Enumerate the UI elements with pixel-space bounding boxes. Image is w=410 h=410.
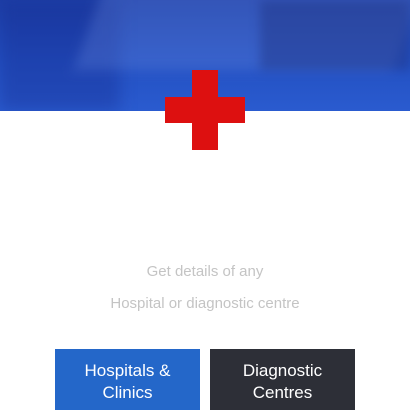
- hospitals-clinics-label: Hospitals & Clinics: [84, 360, 171, 402]
- hospitals-clinics-button[interactable]: Hospitals & Clinics: [55, 349, 200, 410]
- tagline-line-2: Hospital or diagnostic centre: [110, 295, 300, 312]
- diagnostic-centres-label: Diagnostic Centres: [242, 360, 323, 402]
- app-screen: Get details of any Hospital or diagnosti…: [0, 0, 410, 410]
- tagline-line-1: Get details of any: [146, 263, 264, 280]
- red-cross-icon: [165, 70, 245, 150]
- diagnostic-centres-button[interactable]: Diagnostic Centres: [210, 349, 355, 410]
